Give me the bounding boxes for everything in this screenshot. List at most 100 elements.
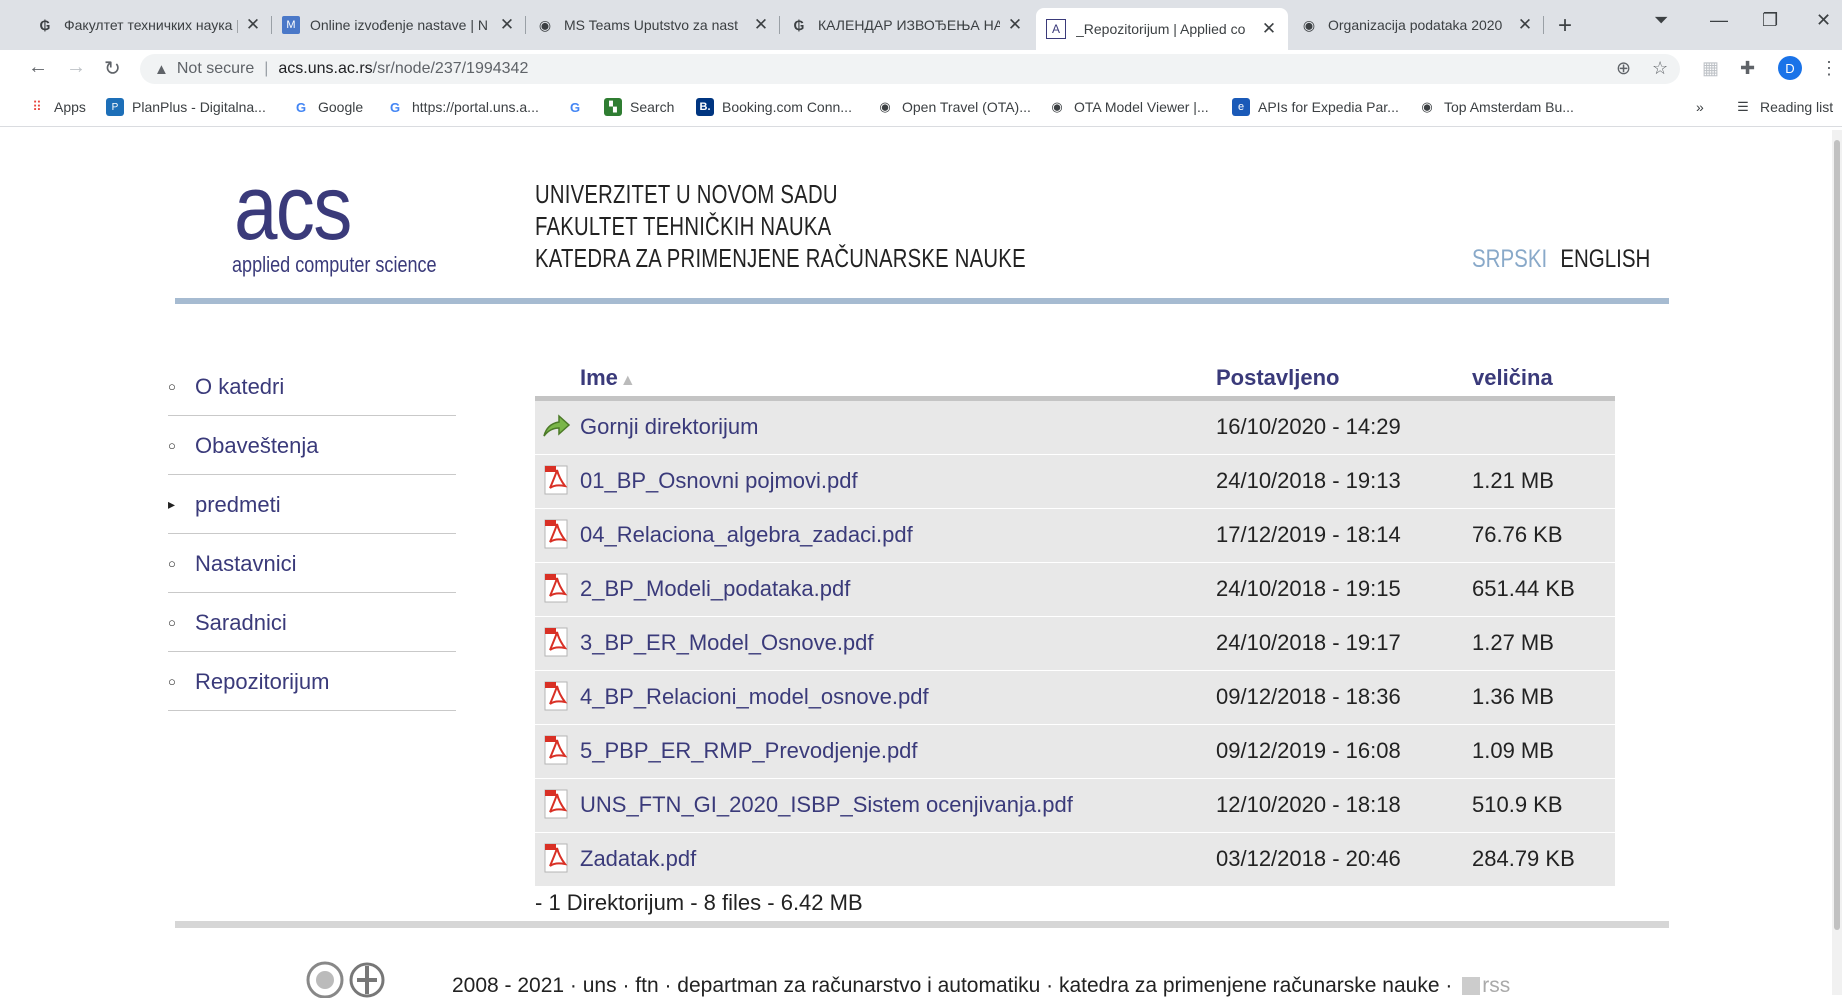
file-size: 510.9 KB — [1472, 792, 1563, 817]
tab-ftn[interactable]: ₲ Факултет техничких наука | ✕ — [26, 8, 272, 42]
rss-link[interactable]: rss — [1458, 974, 1510, 997]
close-icon[interactable]: ✕ — [1516, 15, 1534, 35]
sidebar-item-saradnici[interactable]: ○ Saradnici — [168, 594, 456, 652]
pdf-icon — [544, 735, 568, 765]
bookmark-top-amsterdam[interactable]: ◉ Top Amsterdam Bu... — [1418, 97, 1574, 117]
bookmark-portal-uns[interactable]: Ghttps://portal.uns.a... — [386, 97, 539, 117]
tab-ms-teams[interactable]: ◉ MS Teams Uputstvo za nast ✕ — [526, 8, 780, 42]
file-name-link[interactable]: 5_PBP_ER_RMP_Prevodjenje.pdf — [580, 738, 918, 764]
rss-icon — [1462, 977, 1481, 996]
table-row: 04_Relaciona_algebra_zadaci.pdf 17/12/201… — [535, 509, 1615, 563]
restore-button[interactable]: ❐ — [1762, 10, 1778, 31]
bookmark-open-travel[interactable]: ◉ Open Travel (OTA)... — [876, 97, 1031, 117]
file-date: 24/10/2018 - 19:15 — [1216, 576, 1401, 601]
new-tab-button[interactable]: + — [1558, 12, 1572, 40]
security-label[interactable]: Not secure — [177, 60, 254, 78]
file-name-link[interactable]: UNS_FTN_GI_2020_ISBP_Sistem ocenjivanja.… — [580, 792, 1073, 818]
browser-tab-strip: ₲ Факултет техничких наука | ✕ M Online … — [0, 0, 1842, 50]
close-icon[interactable]: ✕ — [498, 15, 516, 35]
sidebar-item-obavestenja[interactable]: ○ Obaveštenja — [168, 417, 456, 475]
ftn-logo-icon — [349, 962, 385, 998]
profile-avatar[interactable]: D — [1778, 56, 1802, 80]
file-size: 1.27 MB — [1472, 630, 1554, 655]
back-icon[interactable]: ← — [28, 56, 48, 79]
acs-logo[interactable]: acs applied computer science — [232, 162, 447, 278]
tab-kalendar[interactable]: ₲ КАЛЕНДАР ИЗВОЂЕЊА НА ✕ — [780, 8, 1034, 42]
lang-serbian-link[interactable]: SRPSKI — [1472, 245, 1547, 273]
language-switcher: SRPSKI ENGLISH — [1472, 245, 1650, 274]
globe-icon: ◉ — [879, 99, 891, 114]
ftn-logo-icon: ₲ — [39, 17, 51, 33]
close-window-button[interactable]: ✕ — [1816, 10, 1831, 31]
apps-grid-icon: ⠿ — [32, 99, 42, 114]
uns-seal-icon — [306, 961, 344, 999]
file-name-link[interactable]: 4_BP_Relacioni_model_osnove.pdf — [580, 684, 929, 710]
file-name-link[interactable]: 04_Relaciona_algebra_zadaci.pdf — [580, 522, 913, 548]
minimize-button[interactable]: — — [1710, 10, 1728, 31]
pdf-icon — [544, 789, 568, 819]
sidebar-item-predmeti[interactable]: ▸ predmeti — [168, 476, 456, 534]
zoom-icon[interactable]: ⊕ — [1616, 58, 1631, 79]
close-icon[interactable]: ✕ — [244, 15, 262, 35]
extension-icon[interactable]: ▦ — [1702, 58, 1719, 79]
close-icon[interactable]: ✕ — [1260, 19, 1278, 39]
bookmarks-overflow[interactable]: » — [1696, 97, 1704, 117]
pdf-icon — [544, 843, 568, 873]
bookmark-ota-model-viewer[interactable]: ◉ OTA Model Viewer |... — [1048, 97, 1208, 117]
bullet-icon: ○ — [168, 438, 176, 453]
file-name-link[interactable]: 01_BP_Osnovni pojmovi.pdf — [580, 468, 858, 494]
table-row: 2_BP_Modeli_podataka.pdf 24/10/2018 - 19:… — [535, 563, 1615, 617]
reading-list-icon: ☰ — [1737, 99, 1749, 114]
more-menu-icon[interactable]: ⋮ — [1820, 58, 1838, 79]
file-name-link[interactable]: Zadatak.pdf — [580, 846, 696, 872]
file-date: 09/12/2019 - 16:08 — [1216, 738, 1401, 763]
search-app-icon: ▚ — [604, 98, 622, 116]
extensions-puzzle-icon[interactable]: ✚ — [1740, 58, 1755, 79]
tab-search-icon[interactable]: ⏷ — [1654, 10, 1668, 31]
file-table: Ime ▲ Postavljeno veličina Gornji direkto… — [535, 358, 1615, 887]
column-header-date[interactable]: Postavljeno — [1216, 365, 1339, 391]
forward-icon[interactable]: → — [66, 56, 86, 79]
tab-repozitorijum[interactable]: A _Repozitorijum | Applied co ✕ — [1036, 8, 1288, 50]
sidebar-item-repozitorijum[interactable]: ○ Repozitorijum — [168, 653, 456, 711]
sidebar-item-nastavnici[interactable]: ○ Nastavnici — [168, 535, 456, 593]
file-name-link[interactable]: Gornji direktorijum — [580, 414, 759, 440]
address-bar[interactable]: ▲ Not secure | acs.uns.ac.rs /sr/node/23… — [140, 54, 1680, 84]
bookmark-search[interactable]: ▚ Search — [604, 97, 674, 117]
pdf-icon — [544, 465, 568, 495]
file-date: 24/10/2018 - 19:13 — [1216, 468, 1401, 493]
table-row: Zadatak.pdf 03/12/2018 - 20:46 284.79 KB — [535, 833, 1615, 887]
bookmark-expedia[interactable]: e APIs for Expedia Par... — [1232, 97, 1399, 117]
tab-title: MS Teams Uputstvo za nast — [564, 17, 739, 33]
tab-organizacija-podataka[interactable]: ◉ Organizacija podataka 2020 ✕ — [1290, 8, 1544, 42]
bookmarks-bar: ⠿ Apps P PlanPlus - Digitalna... G Google G… — [0, 88, 1842, 127]
file-name-link[interactable]: 2_BP_Modeli_podataka.pdf — [580, 576, 850, 602]
tab-title: Organizacija podataka 2020 — [1328, 17, 1503, 33]
close-icon[interactable]: ✕ — [752, 15, 770, 35]
lang-english-link[interactable]: ENGLISH — [1560, 245, 1650, 273]
reload-icon[interactable]: ↻ — [104, 56, 121, 81]
bullet-icon: ○ — [168, 674, 176, 689]
scrollbar-thumb[interactable] — [1834, 140, 1840, 930]
tab-online-nastava[interactable]: M Online izvođenje nastave | N ✕ — [272, 8, 526, 42]
header-divider — [175, 298, 1669, 304]
file-name-link[interactable]: 3_BP_ER_Model_Osnove.pdf — [580, 630, 874, 656]
bookmark-google-2[interactable]: G — [566, 97, 592, 117]
bullet-icon: ○ — [168, 556, 176, 571]
bookmark-planplus[interactable]: P PlanPlus - Digitalna... — [106, 97, 266, 117]
warning-icon[interactable]: ▲ — [154, 61, 169, 78]
booking-icon: B. — [696, 98, 714, 116]
bookmark-booking[interactable]: B. Booking.com Conn... — [696, 97, 852, 117]
pdf-icon — [544, 519, 568, 549]
file-date: 16/10/2020 - 14:29 — [1216, 414, 1401, 439]
bookmark-star-icon[interactable]: ☆ — [1652, 58, 1668, 79]
close-icon[interactable]: ✕ — [1006, 15, 1024, 35]
column-header-size[interactable]: veličina — [1472, 365, 1553, 391]
sidebar-item-label: Obaveštenja — [195, 432, 319, 458]
column-header-name[interactable]: Ime ▲ — [580, 365, 636, 391]
bookmark-apps[interactable]: ⠿ Apps — [28, 97, 86, 117]
sidebar-item-o-katedri[interactable]: ○ O katedri — [168, 358, 456, 416]
file-size: 651.44 KB — [1472, 576, 1575, 601]
reading-list-button[interactable]: ☰ Reading list — [1734, 97, 1833, 117]
bookmark-google[interactable]: G Google — [292, 97, 363, 117]
